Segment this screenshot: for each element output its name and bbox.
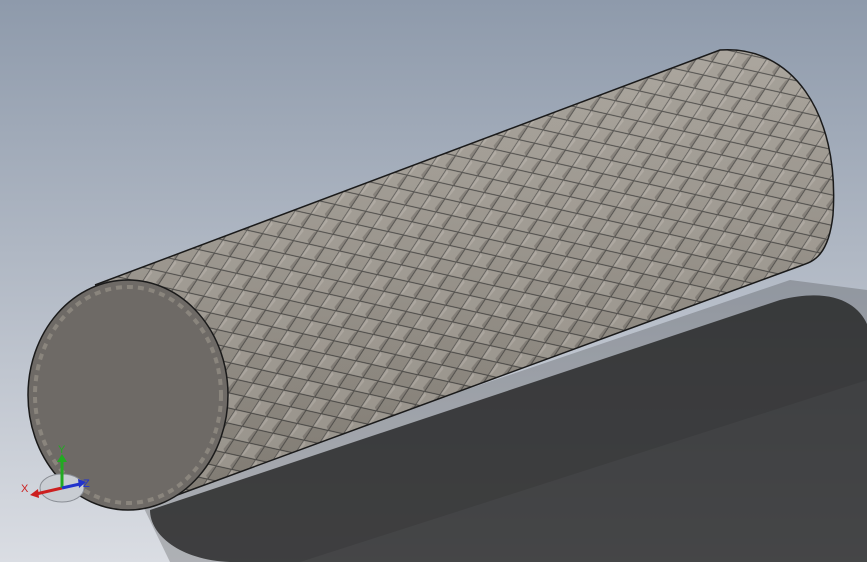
y-axis-label: Y [58,444,66,456]
model-view[interactable]: X Y Z [0,0,867,562]
graphics-viewport[interactable]: X Y Z [0,0,867,562]
x-axis-label: X [21,483,29,495]
z-axis-label: Z [83,478,90,490]
